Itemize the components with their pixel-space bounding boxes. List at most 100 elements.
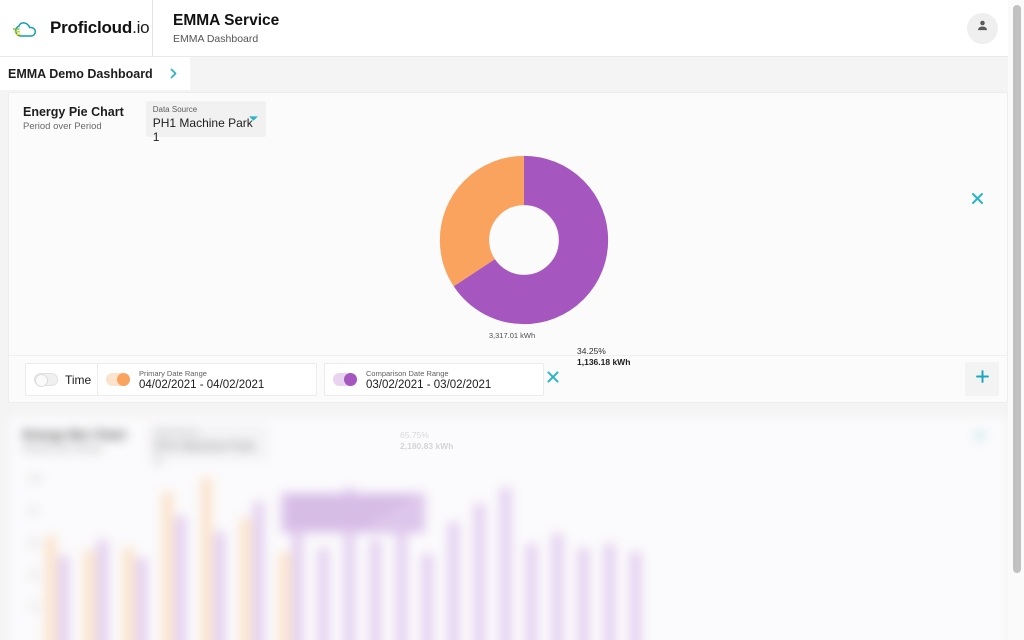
bar-chart-bar [136,558,147,640]
bar-chart-y-tick: 100 [29,474,42,483]
bar-chart-bar [396,532,407,640]
bar-chart-bar [578,548,589,640]
data-source-select[interactable]: Data Source PH1 Machine Park 1 [145,101,266,144]
bar-chart-bar [162,492,173,640]
breadcrumb[interactable]: EMMA Demo Dashboard [0,57,190,90]
bar-chart-group [578,468,591,640]
bar-chart-group [630,468,643,640]
app-header: Proficloud.io EMMA Service EMMA Dashboar… [0,0,1016,57]
brand-wordmark: Proficloud.io [50,18,150,38]
bar-chart-y-tick: 40 [29,570,38,579]
plus-icon [975,369,990,389]
bar-chart-y-tick: 80 [29,506,38,515]
bar-data-source-select[interactable]: Data Source PH1 Machine Park 1 [147,424,268,467]
bar-chart-tooltip [281,493,425,533]
bar-chart-y-tick: 20 [29,602,38,611]
bar-chart-bar [370,540,381,640]
bar-chart-bar [175,516,186,640]
bar-chart-group [45,468,71,640]
chevron-right-icon[interactable] [167,67,180,80]
vertical-scrollbar[interactable] [1008,0,1024,640]
remove-comparison-range-button[interactable] [545,369,561,390]
bar-chart-bar [123,548,134,640]
service-title: EMMA Service [173,11,280,29]
bar-chart-bar [526,544,537,640]
app-root: Proficloud.io EMMA Service EMMA Dashboar… [0,0,1024,640]
primary-date-range-chip[interactable]: Primary Date Range 04/02/2021 - 04/02/20… [97,363,317,396]
pie-card-titles: Energy Pie Chart Period over Period [23,101,124,132]
primary-range-toggle[interactable] [106,373,130,386]
bar-chart-group [604,468,617,640]
primary-range-toggle-knob [117,373,130,386]
bar-chart-bar [604,544,615,640]
bar-chart-bar [58,556,69,640]
cloud-icon [12,17,42,39]
brand-name: Proficloud [50,18,133,37]
service-subtitle: EMMA Dashboard [173,32,259,45]
bar-chart-bar [552,534,563,640]
bar-chart-group [474,468,487,640]
comparison-range-label: Comparison Date Range [366,368,449,378]
bar-chart-bar [474,504,485,640]
time-toggle[interactable] [34,373,58,387]
bar-chart-y-tick: 60 [29,538,38,547]
bar-chart-bar [500,488,511,640]
bar-chart-bar [448,522,459,640]
bar-chart-bar [201,478,212,640]
brand-logo-area[interactable]: Proficloud.io [0,0,153,56]
caret-down-icon[interactable] [248,109,259,127]
bar-card-title: Energy Bar Chart [23,428,126,442]
brand-tld: .io [132,18,150,37]
primary-range-value[interactable]: 04/02/2021 - 04/02/2021 [139,379,264,391]
bar-chart-group [123,468,149,640]
comparison-range-text: Comparison Date Range 03/02/2021 - 03/02… [366,369,491,391]
pie-chart-plot: 34.25% 1,136.18 kWh 65.75% 2,180.83 kWh [9,155,1009,451]
pie-card-subtitle: Period over Period [23,121,102,132]
bar-chart-group [240,468,266,640]
bar-chart-plot: 100 80 60 40 20 [9,468,1007,640]
bar-chart-group [84,468,110,640]
bar-chart-bar [318,548,329,640]
data-source-label: Data Source [152,105,198,114]
time-toggle-knob [35,374,48,387]
bar-chart-bar [84,550,95,640]
donut-chart [439,155,609,325]
page-title: Energy Pie Chart [23,105,124,119]
breadcrumb-label: EMMA Demo Dashboard [8,66,153,81]
bar-chart-group [552,468,565,640]
energy-bar-chart-card: Energy Bar Chart Period over Period Data… [8,415,1008,640]
bar-card-subtitle: Period over Period [23,444,102,455]
comparison-range-value[interactable]: 03/02/2021 - 03/02/2021 [366,379,491,391]
bar-chart-bars [45,468,1005,640]
bar-data-source-value: PH1 Machine Park 1 [154,439,255,467]
primary-range-label: Primary Date Range [139,368,207,378]
add-date-range-button[interactable] [965,362,999,396]
time-toggle-label: Time [65,372,92,387]
bar-chart-bar [279,552,290,640]
bar-card-close-button[interactable]: ✕ [974,428,985,444]
bar-chart-bar [97,540,108,640]
bar-chart-bar [214,532,225,640]
comparison-range-toggle-knob [344,373,357,386]
bar-chart-bar [422,554,433,640]
service-heading: EMMA Service EMMA Dashboard [153,0,279,56]
scrollbar-thumb[interactable] [1013,5,1021,573]
bar-data-source-label: Data Source [154,428,200,437]
donut-center-total: 3,317.01 kWh [488,331,536,340]
time-toggle-chip[interactable]: Time [25,363,104,396]
bar-chart-group [201,468,227,640]
primary-range-text: Primary Date Range 04/02/2021 - 04/02/20… [139,369,264,391]
date-range-toolbar: Time Primary Date Range 04/02/2021 - 04/… [9,355,1009,402]
avatar[interactable] [967,12,998,44]
bar-chart-bar [253,502,264,640]
comparison-date-range-chip[interactable]: Comparison Date Range 03/02/2021 - 03/02… [324,363,544,396]
bar-card-header: Energy Bar Chart Period over Period Data… [23,424,268,467]
bar-chart-bar [240,518,251,640]
bar-chart-bar [630,552,641,640]
pie-card-header: Energy Pie Chart Period over Period Data… [23,101,266,144]
bar-chart-bar [45,536,56,640]
energy-pie-chart-card: Energy Pie Chart Period over Period Data… [8,92,1009,451]
comparison-range-toggle[interactable] [333,373,357,386]
bar-chart-group [162,468,188,640]
bar-chart-group [448,468,461,640]
